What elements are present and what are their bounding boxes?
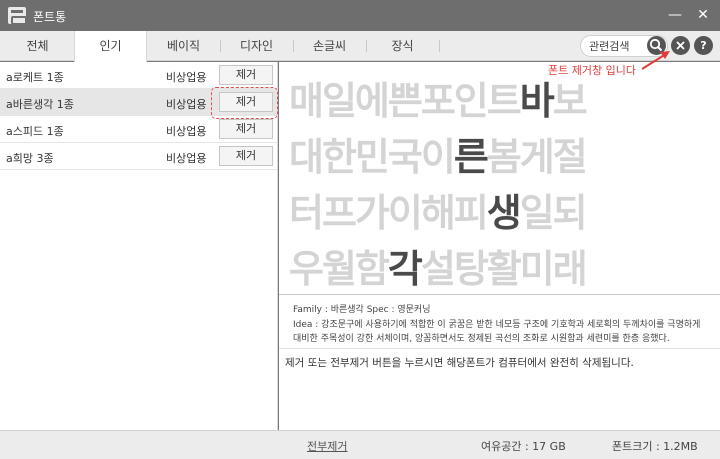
license-label: 비상업용 [166,125,207,138]
license-label: 비상업용 [166,71,207,84]
remove-button[interactable]: 제거 [219,119,273,139]
tab-basic[interactable]: 베이직 [147,31,220,61]
app-icon [8,7,27,25]
remove-all-link[interactable]: 전부제거 [307,438,347,454]
font-idea-continued: 대비한 주목성이 강한 서체이며, 앙꼼하면서도 정제된 곡선의 조화로 시원함… [293,334,670,344]
font-name: a바른생각 1종 [6,98,74,111]
list-item[interactable]: a희망 3종 비상업용 제거 [0,143,278,170]
font-name: a희망 3종 [6,152,54,165]
tab-handwriting[interactable]: 손글씨 [293,31,366,61]
tab-design[interactable]: 디자인 [220,31,293,61]
preview-line: 우월함각설탕활미래 [289,247,588,291]
status-bar: 전부제거 여유공간 : 17 GB 폰트크기 : 1.2MB [0,430,720,459]
tab-decoration[interactable]: 장식 [366,31,439,61]
close-icon [676,41,685,50]
remove-button[interactable]: 제거 [219,65,273,85]
close-search-button[interactable] [671,36,690,55]
annotation-text: 폰트 제거창 입니다 [548,64,636,77]
tab-all[interactable]: 전체 [1,31,74,61]
font-info: Family : 바른생각 Spec : 영문커닝 Idea : 강조문구에 사… [279,294,720,348]
description-text: 제거 또는 전부제거 버튼을 누르시면 해당폰트가 컴퓨터에서 완전히 삭제됩니… [285,357,634,369]
font-name: a로케트 1종 [6,71,64,84]
font-preview: 매일에쁜포인트바보 대한민국이른봄게절 터프가이해피생일되 우월함각설탕활미래 [279,62,720,294]
font-name: a스피드 1종 [6,125,64,138]
remove-button[interactable]: 제거 [219,146,273,166]
category-tabs: 전체 인기 베이직 디자인 손글씨 장식 ? [0,31,720,62]
preview-line: 터프가이해피생일되 [289,191,588,235]
highlight-marker [211,87,278,119]
annotation-arrow-icon [641,51,670,70]
license-label: 비상업용 [166,152,207,165]
free-space: 여유공간 : 17 GB [481,440,566,453]
list-item[interactable]: a스피드 1종 비상업용 제거 [0,116,278,143]
license-label: 비상업용 [166,98,207,111]
preview-line: 매일에쁜포인트바보 [289,79,588,123]
list-item[interactable]: a로케트 1종 비상업용 제거 [0,62,278,89]
title-bar: 폰트통 — ✕ [0,0,720,31]
preview-line: 대한민국이른봄게절 [289,135,588,179]
font-size-info: 폰트크기 : 1.2MB [612,440,698,453]
help-button[interactable]: ? [694,36,713,55]
font-family-spec: Family : 바른생각 Spec : 영문커닝 [293,305,431,315]
minimize-button[interactable]: — [664,4,686,26]
description-panel: 제거 또는 전부제거 버튼을 누르시면 해당폰트가 컴퓨터에서 완전히 삭제됩니… [279,348,720,430]
font-idea: Idea : 강조문구에 사용하기에 적합한 이 굵꿈은 받한 네모등 구조에 … [293,320,701,330]
window-title: 폰트통 [33,10,67,24]
close-window-button[interactable]: ✕ [692,4,714,26]
tab-popular[interactable]: 인기 [74,31,147,62]
